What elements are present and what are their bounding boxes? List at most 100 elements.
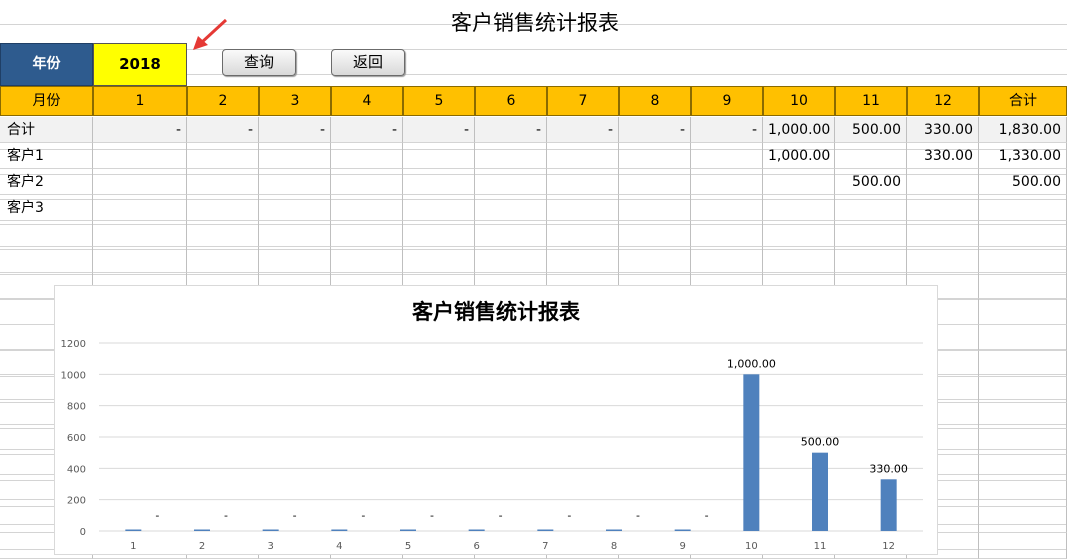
empty-cell[interactable]	[763, 247, 835, 273]
table-cell[interactable]	[691, 169, 763, 195]
empty-cell[interactable]	[187, 247, 259, 273]
table-cell[interactable]: -	[187, 117, 259, 143]
x-tick-label: 11	[814, 541, 827, 552]
table-cell[interactable]: -	[475, 117, 547, 143]
table-cell[interactable]: -	[691, 117, 763, 143]
table-cell[interactable]	[187, 143, 259, 169]
empty-cell[interactable]	[691, 247, 763, 273]
table-cell[interactable]	[187, 195, 259, 221]
empty-cell[interactable]	[979, 455, 1067, 481]
table-cell[interactable]: 500.00	[835, 117, 907, 143]
empty-cell[interactable]	[979, 221, 1067, 247]
empty-cell[interactable]	[187, 221, 259, 247]
empty-cell[interactable]	[979, 377, 1067, 403]
month-header-11: 11	[835, 86, 907, 116]
table-cell[interactable]: 1,000.00	[763, 143, 835, 169]
table-cell[interactable]	[691, 195, 763, 221]
table-cell[interactable]: -	[331, 117, 403, 143]
table-cell[interactable]	[93, 143, 187, 169]
empty-cell[interactable]	[619, 221, 691, 247]
empty-cell[interactable]	[403, 247, 475, 273]
table-cell[interactable]	[331, 143, 403, 169]
table-cell[interactable]	[907, 169, 979, 195]
row-total-cell[interactable]: 1,330.00	[979, 143, 1067, 169]
table-cell[interactable]	[475, 195, 547, 221]
table-cell[interactable]	[331, 169, 403, 195]
empty-cell[interactable]	[979, 507, 1067, 533]
empty-cell[interactable]	[979, 325, 1067, 351]
table-cell[interactable]	[691, 143, 763, 169]
empty-cell[interactable]	[331, 221, 403, 247]
table-cell[interactable]	[547, 143, 619, 169]
table-cell[interactable]: -	[547, 117, 619, 143]
empty-cell[interactable]	[979, 299, 1067, 325]
table-cell[interactable]	[331, 195, 403, 221]
empty-cell[interactable]	[475, 247, 547, 273]
year-input[interactable]: 2018	[93, 43, 187, 86]
empty-cell[interactable]	[979, 247, 1067, 273]
table-cell[interactable]	[403, 143, 475, 169]
row-total-cell[interactable]	[979, 195, 1067, 221]
table-cell[interactable]: -	[619, 117, 691, 143]
empty-cell[interactable]	[259, 247, 331, 273]
empty-cell[interactable]	[979, 481, 1067, 507]
empty-cell[interactable]	[763, 221, 835, 247]
table-cell[interactable]	[907, 195, 979, 221]
table-cell[interactable]: -	[259, 117, 331, 143]
table-cell[interactable]: 500.00	[835, 169, 907, 195]
table-cell[interactable]	[403, 195, 475, 221]
table-cell[interactable]	[619, 143, 691, 169]
table-cell[interactable]	[187, 169, 259, 195]
empty-cell[interactable]	[979, 403, 1067, 429]
month-header-6: 6	[475, 86, 547, 116]
row-total-cell[interactable]: 500.00	[979, 169, 1067, 195]
empty-cell[interactable]	[93, 247, 187, 273]
empty-cell[interactable]	[907, 221, 979, 247]
table-cell[interactable]	[547, 169, 619, 195]
empty-cell[interactable]	[331, 247, 403, 273]
empty-cell[interactable]	[979, 273, 1067, 299]
table-cell[interactable]	[403, 169, 475, 195]
table-cell[interactable]	[475, 143, 547, 169]
table-cell[interactable]	[475, 169, 547, 195]
table-cell[interactable]	[547, 195, 619, 221]
table-cell[interactable]	[619, 169, 691, 195]
row-total-cell[interactable]: 1,830.00	[979, 117, 1067, 143]
back-button[interactable]: 返回	[331, 49, 405, 76]
table-cell[interactable]	[763, 169, 835, 195]
table-cell[interactable]	[835, 143, 907, 169]
table-cell[interactable]: -	[93, 117, 187, 143]
table-cell[interactable]	[259, 143, 331, 169]
empty-cell[interactable]	[691, 221, 763, 247]
empty-cell[interactable]	[619, 247, 691, 273]
empty-cell[interactable]	[979, 533, 1067, 559]
x-tick-label: 7	[542, 541, 548, 552]
empty-cell[interactable]	[835, 247, 907, 273]
empty-cell[interactable]	[835, 221, 907, 247]
table-cell[interactable]	[93, 169, 187, 195]
empty-cell[interactable]	[93, 221, 187, 247]
table-cell[interactable]: 330.00	[907, 143, 979, 169]
query-button[interactable]: 查询	[222, 49, 296, 76]
table-cell[interactable]	[259, 169, 331, 195]
empty-cell[interactable]	[979, 351, 1067, 377]
empty-cell[interactable]	[907, 247, 979, 273]
empty-cell[interactable]	[0, 221, 93, 247]
table-cell[interactable]	[619, 195, 691, 221]
empty-cell[interactable]	[475, 221, 547, 247]
table-cell[interactable]	[835, 195, 907, 221]
table-cell[interactable]	[93, 195, 187, 221]
row-label: 客户2	[0, 169, 93, 195]
table-cell[interactable]: 330.00	[907, 117, 979, 143]
empty-cell[interactable]	[0, 247, 93, 273]
empty-cell[interactable]	[547, 247, 619, 273]
data-label: -	[567, 509, 571, 522]
empty-cell[interactable]	[547, 221, 619, 247]
table-cell[interactable]: -	[403, 117, 475, 143]
empty-cell[interactable]	[259, 221, 331, 247]
table-cell[interactable]	[763, 195, 835, 221]
table-cell[interactable]: 1,000.00	[763, 117, 835, 143]
table-cell[interactable]	[259, 195, 331, 221]
empty-cell[interactable]	[979, 429, 1067, 455]
empty-cell[interactable]	[403, 221, 475, 247]
